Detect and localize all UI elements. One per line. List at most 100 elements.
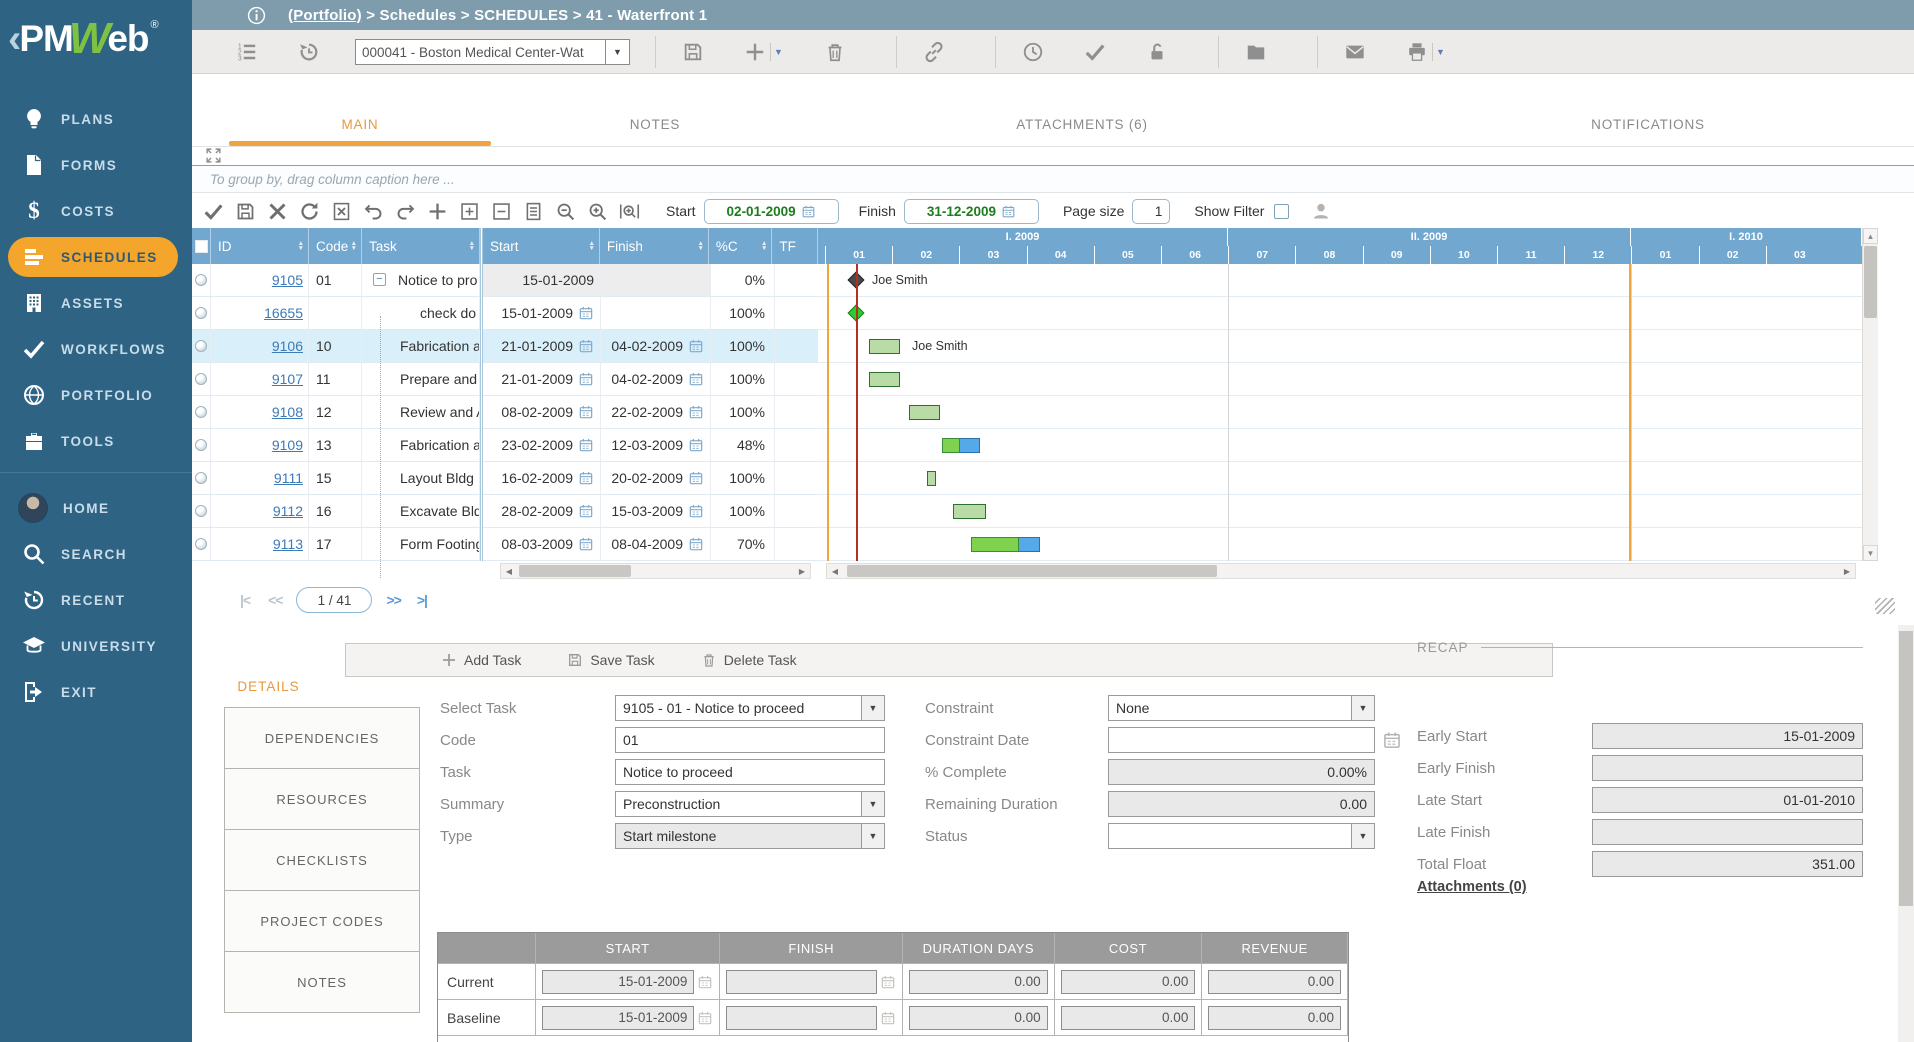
tab-notes[interactable]: NOTES <box>224 951 420 1013</box>
save-task-button[interactable]: Save Task <box>567 652 654 668</box>
table-row-dates[interactable]: 15-01-20090% <box>483 264 818 297</box>
tab-attachments-6-[interactable]: ATTACHMENTS (6) <box>782 74 1382 146</box>
chevron-down-icon[interactable]: ▼ <box>1432 43 1445 61</box>
zoom-in-icon[interactable] <box>587 201 608 222</box>
export-excel-icon[interactable] <box>331 201 352 222</box>
column-header-tf[interactable]: TF <box>772 228 818 264</box>
pager-prev-button[interactable]: << <box>268 592 282 608</box>
tab-main[interactable]: MAIN <box>192 74 528 146</box>
sort-icon[interactable]: ▲▼ <box>469 241 475 251</box>
sidebar-item-exit[interactable]: EXIT <box>0 669 192 715</box>
table-row[interactable]: 910711Prepare and l <box>192 363 480 396</box>
calendar-icon[interactable] <box>688 404 704 420</box>
task-id-link[interactable]: 9109 <box>272 437 303 453</box>
group-by-bar[interactable]: To group by, drag column caption here ..… <box>192 165 1914 193</box>
delete-task-button[interactable]: Delete Task <box>701 652 797 668</box>
calendar-icon[interactable] <box>578 338 594 354</box>
calendar-icon[interactable] <box>688 338 704 354</box>
task-id-link[interactable]: 9105 <box>272 272 303 288</box>
calendar-icon[interactable] <box>688 503 704 519</box>
task-id-link[interactable]: 9107 <box>272 371 303 387</box>
sidebar-item-search[interactable]: SEARCH <box>0 531 192 577</box>
pager-current-page[interactable]: 1 / 41 <box>296 587 372 613</box>
collapse-all-icon[interactable] <box>491 201 512 222</box>
calendar-icon[interactable] <box>688 536 704 552</box>
table-row[interactable]: 911216Excavate Bld <box>192 495 480 528</box>
pmweb-logo[interactable]: ‹PMWeb® <box>0 0 192 78</box>
finish-date-input[interactable]: 31-12-2009 <box>904 199 1039 224</box>
select-all-checkbox[interactable] <box>195 240 208 253</box>
scrollbar-thumb[interactable] <box>847 565 1217 577</box>
tab-notifications[interactable]: NOTIFICATIONS <box>1382 74 1914 146</box>
sort-icon[interactable]: ▲▼ <box>351 241 357 251</box>
gantt-bar[interactable] <box>971 537 1040 552</box>
code-field[interactable]: 01 <box>615 727 885 753</box>
breadcrumb-portfolio-link[interactable]: (Portfolio) <box>288 7 362 24</box>
pager-first-button[interactable]: |< <box>240 592 250 608</box>
calendar-icon[interactable] <box>578 404 594 420</box>
gantt-horizontal-scrollbar[interactable]: ◀ ▶ <box>826 563 1856 579</box>
scrollbar-thumb[interactable] <box>1899 631 1913 906</box>
unlock-icon[interactable] <box>1146 30 1168 74</box>
gantt-bar[interactable] <box>927 471 936 486</box>
clock-icon[interactable] <box>1022 30 1044 74</box>
sort-icon[interactable]: ▲▼ <box>588 241 594 251</box>
delete-icon[interactable] <box>824 30 846 74</box>
sort-icon[interactable]: ▲▼ <box>697 241 703 251</box>
pager-next-button[interactable]: >> <box>386 592 400 608</box>
sort-icon[interactable]: ▲▼ <box>298 241 304 251</box>
chevron-down-icon[interactable]: ▼ <box>861 792 884 816</box>
zoom-fit-icon[interactable] <box>619 201 640 222</box>
tab-project-codes[interactable]: PROJECT CODES <box>224 890 420 952</box>
table-row-dates[interactable]: 21-01-200904-02-2009100% <box>483 330 818 363</box>
tab-resources[interactable]: RESOURCES <box>224 768 420 830</box>
calendar-icon[interactable] <box>578 536 594 552</box>
undo-icon[interactable] <box>363 201 384 222</box>
table-row[interactable]: 16655check do <box>192 297 480 330</box>
table-row[interactable]: 910913Fabrication a <box>192 429 480 462</box>
history-icon[interactable] <box>298 30 320 74</box>
save-icon[interactable] <box>682 30 704 74</box>
table-row-dates[interactable]: 23-02-200912-03-200948% <box>483 429 818 462</box>
calendar-icon[interactable] <box>578 503 594 519</box>
add-icon[interactable] <box>427 201 448 222</box>
tab-checklists[interactable]: CHECKLISTS <box>224 829 420 891</box>
sidebar-item-forms[interactable]: FORMS <box>0 142 192 188</box>
gantt-bar[interactable] <box>942 438 980 453</box>
tab-dependencies[interactable]: DEPENDENCIES <box>224 707 420 769</box>
redo-icon[interactable] <box>395 201 416 222</box>
scroll-up-icon[interactable]: ▲ <box>1863 228 1878 244</box>
column-header-start[interactable]: Start▲▼ <box>483 228 600 264</box>
grid-resize-handle[interactable] <box>1875 598 1895 614</box>
add-icon[interactable]: ▼ <box>744 30 783 74</box>
gantt-bar[interactable] <box>869 372 900 387</box>
scroll-right-icon[interactable]: ▶ <box>794 564 810 578</box>
sidebar-item-recent[interactable]: RECENT <box>0 577 192 623</box>
task-id-link[interactable]: 9112 <box>273 503 303 519</box>
calendar-icon[interactable] <box>801 204 816 219</box>
cancel-icon[interactable] <box>267 201 288 222</box>
sidebar-item-portfolio[interactable]: PORTFOLIO <box>0 372 192 418</box>
row-radio[interactable] <box>195 340 207 352</box>
row-radio[interactable] <box>195 307 207 319</box>
tab-details[interactable]: DETAILS <box>192 646 345 702</box>
calendar-icon[interactable] <box>578 305 594 321</box>
sidebar-item-plans[interactable]: PLANS <box>0 96 192 142</box>
chevron-down-icon[interactable]: ▼ <box>770 43 783 61</box>
print-icon[interactable]: ▼ <box>1406 30 1445 74</box>
sidebar-item-home[interactable]: HOME <box>0 485 192 531</box>
sidebar-item-workflows[interactable]: WORKFLOWS <box>0 326 192 372</box>
gantt-bar[interactable] <box>869 339 900 354</box>
column-header-code[interactable]: Code▲▼ <box>309 228 362 264</box>
task-field[interactable]: Notice to proceed <box>615 759 885 785</box>
scroll-left-icon[interactable]: ◀ <box>827 564 843 578</box>
column-select-all[interactable] <box>192 228 211 264</box>
page-vertical-scrollbar[interactable] <box>1898 625 1914 1042</box>
calendar-icon[interactable] <box>578 437 594 453</box>
sidebar-item-tools[interactable]: TOOLS <box>0 418 192 464</box>
table-row-dates[interactable]: 15-01-2009100% <box>483 297 818 330</box>
expand-grid-icon[interactable] <box>205 147 222 164</box>
link-icon[interactable] <box>923 30 945 74</box>
sidebar-item-costs[interactable]: COSTS <box>0 188 192 234</box>
info-icon[interactable] <box>247 6 266 25</box>
